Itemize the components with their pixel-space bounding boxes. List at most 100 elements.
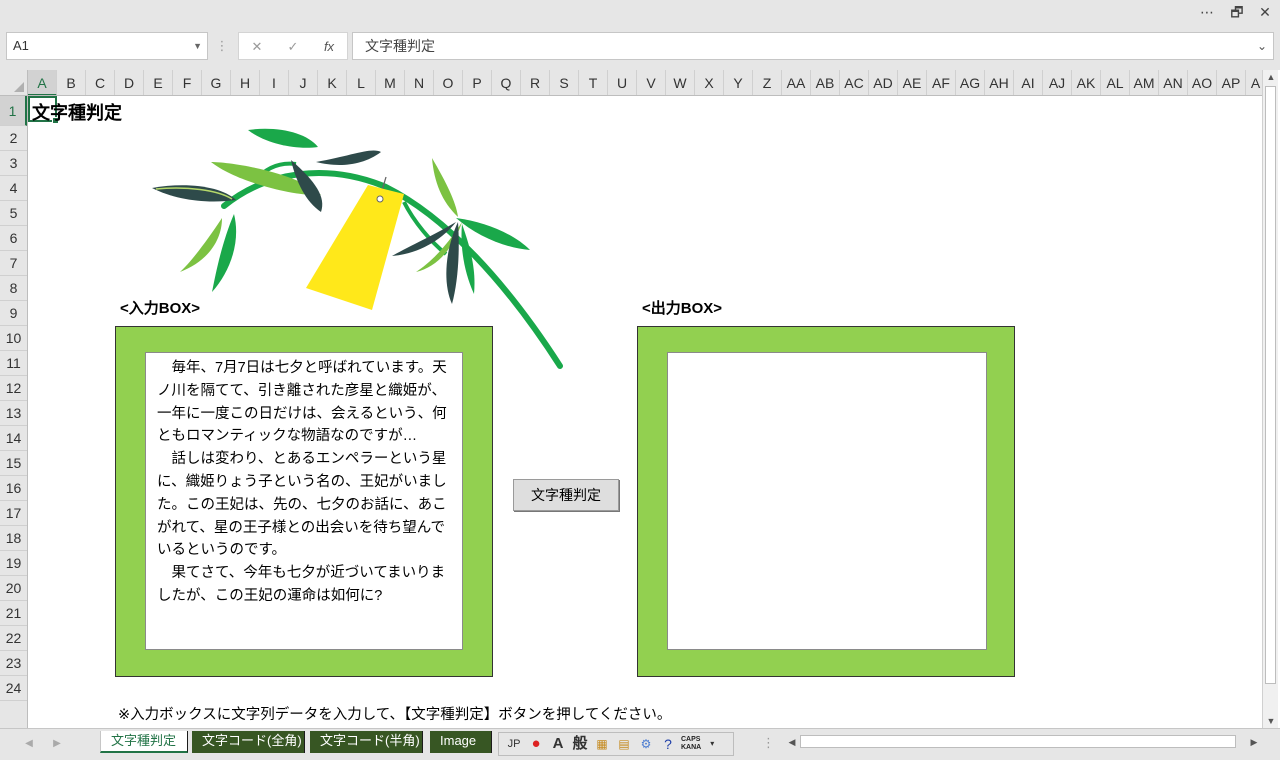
column-header[interactable]: V [637,70,666,95]
cancel-formula-icon[interactable]: ✕ [243,35,271,59]
judge-button[interactable]: 文字種判定 [513,479,619,511]
row-header[interactable]: 15 [0,451,27,476]
row-header[interactable]: 20 [0,576,27,601]
column-header[interactable]: P [463,70,492,95]
scroll-left-icon[interactable]: ◀ [784,735,800,749]
row-header[interactable]: 18 [0,526,27,551]
column-header[interactable]: Y [724,70,753,95]
column-header[interactable]: AM [1130,70,1159,95]
output-textbox[interactable] [667,352,987,650]
input-textbox[interactable]: 毎年、7月7日は七夕と呼ばれています。天ノ川を隔てて、引き離された彦星と織姫が、… [145,352,463,650]
row-header[interactable]: 12 [0,376,27,401]
column-header[interactable]: O [434,70,463,95]
row-header[interactable]: 1 [0,96,27,126]
column-header[interactable]: AG [956,70,985,95]
column-header[interactable]: K [318,70,347,95]
column-header[interactable]: AL [1101,70,1130,95]
column-header[interactable]: M [376,70,405,95]
horizontal-scrollbar[interactable]: ◀ ▶ [784,733,1264,751]
column-header[interactable]: F [173,70,202,95]
formula-input[interactable]: 文字種判定 ⌄ [352,32,1274,60]
row-header[interactable]: 17 [0,501,27,526]
scroll-right-icon[interactable]: ▶ [1246,735,1262,749]
cell-area[interactable]: 文字種判定 <入力BOX> <出力BOX> 毎年、7月7日は七夕と呼ばれています… [28,96,1258,728]
restore-window-button[interactable]: 🗗 [1226,2,1248,22]
column-header[interactable]: AI [1014,70,1043,95]
row-header[interactable]: 9 [0,301,27,326]
column-header[interactable]: I [260,70,289,95]
row-header[interactable]: 13 [0,401,27,426]
tab-split-grip-icon[interactable]: ⋮ [762,735,775,751]
row-header[interactable]: 11 [0,351,27,376]
row-header[interactable]: 8 [0,276,27,301]
close-window-button[interactable]: ✕ [1254,2,1276,22]
ime-tools-icon[interactable]: ⚙ [635,734,657,754]
column-header[interactable]: G [202,70,231,95]
column-header[interactable]: R [521,70,550,95]
ime-status-icon[interactable]: ● [525,734,547,754]
ime-mode-label[interactable]: JP [503,734,525,754]
scroll-up-icon[interactable]: ▲ [1263,70,1279,84]
tab-moji-shu-hantei[interactable]: 文字種判定 [100,731,188,753]
tab-moji-code-hankaku[interactable]: 文字コード(半角) [310,731,423,753]
column-header[interactable]: AD [869,70,898,95]
help-icon[interactable]: ? [657,734,679,754]
column-header[interactable]: L [347,70,376,95]
ime-dictionary-icon[interactable]: ▤ [613,734,635,754]
more-options-button[interactable]: ⋯ [1196,2,1218,22]
column-header[interactable]: AB [811,70,840,95]
column-header[interactable]: AP [1217,70,1246,95]
name-box[interactable]: A1 ▼ [6,32,208,60]
column-header[interactable]: E [144,70,173,95]
row-header[interactable]: 2 [0,126,27,151]
ime-kanji-icon[interactable]: 般 [569,734,591,754]
row-header[interactable]: 23 [0,651,27,676]
column-header[interactable]: AE [898,70,927,95]
select-all-button[interactable] [0,70,28,96]
expand-formula-icon[interactable]: ⌄ [1257,33,1267,59]
column-header[interactable]: H [231,70,260,95]
column-header[interactable]: B [57,70,86,95]
row-header[interactable]: 16 [0,476,27,501]
column-header[interactable]: AF [927,70,956,95]
column-header[interactable]: W [666,70,695,95]
formula-bar-grip-icon[interactable]: ⋮ [214,36,230,56]
enter-formula-icon[interactable]: ✓ [279,35,307,59]
column-header[interactable]: X [695,70,724,95]
column-header[interactable]: C [86,70,115,95]
column-header[interactable]: A [1246,70,1262,95]
row-header[interactable]: 10 [0,326,27,351]
column-header[interactable]: AH [985,70,1014,95]
chevron-down-icon[interactable]: ▼ [193,33,202,59]
column-header[interactable]: AA [782,70,811,95]
ime-pad-icon[interactable]: ▦ [591,734,613,754]
next-sheet-icon[interactable]: ▶ [48,735,66,753]
ime-input-a-icon[interactable]: A [547,734,569,754]
ime-menu-chevron-icon[interactable]: ▾ [701,734,723,754]
column-header[interactable]: N [405,70,434,95]
vertical-scrollbar[interactable]: ▲ ▼ [1262,70,1278,728]
column-header[interactable]: AO [1188,70,1217,95]
row-header[interactable]: 21 [0,601,27,626]
tab-image[interactable]: Image [430,731,492,753]
row-header[interactable]: 4 [0,176,27,201]
vertical-scroll-thumb[interactable] [1265,86,1276,684]
row-header[interactable]: 3 [0,151,27,176]
column-header[interactable]: AK [1072,70,1101,95]
row-header[interactable]: 5 [0,201,27,226]
column-header[interactable]: S [550,70,579,95]
row-header[interactable]: 22 [0,626,27,651]
column-header[interactable]: U [608,70,637,95]
column-header[interactable]: J [289,70,318,95]
row-header[interactable]: 14 [0,426,27,451]
column-header[interactable]: Z [753,70,782,95]
column-header[interactable]: D [115,70,144,95]
row-header[interactable]: 7 [0,251,27,276]
horizontal-scroll-thumb[interactable] [800,735,1236,748]
insert-function-icon[interactable]: fx [315,35,343,59]
column-header[interactable]: T [579,70,608,95]
column-header[interactable]: AC [840,70,869,95]
column-header[interactable]: Q [492,70,521,95]
column-header[interactable]: AJ [1043,70,1072,95]
column-header[interactable]: A [28,70,57,95]
